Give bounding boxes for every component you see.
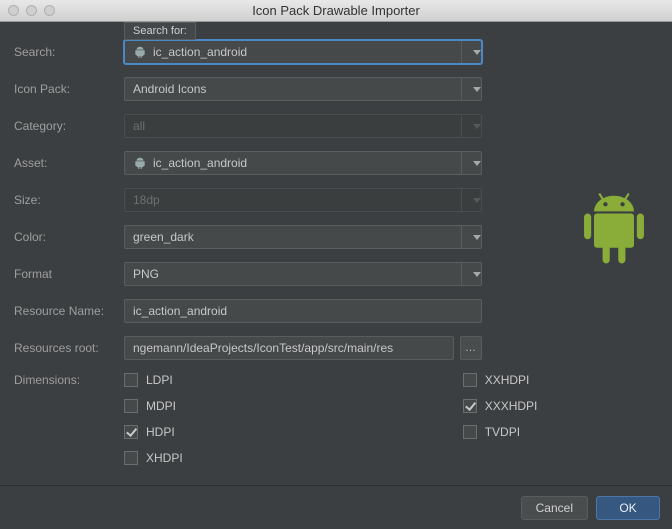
checkbox-label: MDPI (146, 399, 176, 413)
checkbox-box[interactable] (124, 399, 138, 413)
chevron-down-icon (473, 272, 481, 277)
format-value: PNG (133, 267, 461, 281)
checkbox-box[interactable] (463, 425, 477, 439)
preview-image (578, 190, 650, 272)
label-category: Category: (14, 119, 124, 133)
format-combo[interactable]: PNG (124, 262, 482, 286)
label-format: Format (14, 267, 124, 281)
checkbox-xxhdpi[interactable]: XXHDPI (463, 373, 538, 387)
checkbox-box[interactable] (124, 373, 138, 387)
search-combo[interactable]: ic_action_android (124, 40, 482, 64)
label-resname: Resource Name: (14, 304, 124, 318)
checkbox-tvdpi[interactable]: TVDPI (463, 425, 538, 439)
size-combo: 18dp (124, 188, 482, 212)
iconpack-combo[interactable]: Android Icons (124, 77, 482, 101)
checkbox-xxxhdpi[interactable]: XXXHDPI (463, 399, 538, 413)
size-value: 18dp (133, 193, 461, 207)
resource-name-input[interactable]: ic_action_android (124, 299, 482, 323)
checkbox-ldpi[interactable]: LDPI (124, 373, 183, 387)
label-resroot: Resources root: (14, 341, 124, 355)
android-icon (133, 45, 147, 59)
cancel-button[interactable]: Cancel (521, 496, 588, 520)
category-combo: all (124, 114, 482, 138)
resname-value: ic_action_android (133, 304, 227, 318)
checkbox-box[interactable] (124, 425, 138, 439)
browse-button[interactable]: … (460, 336, 482, 360)
label-size: Size: (14, 193, 124, 207)
checkbox-label: XHDPI (146, 451, 183, 465)
tooltip-search: Search for: (124, 22, 196, 40)
checkbox-xhdpi[interactable]: XHDPI (124, 451, 183, 465)
chevron-down-icon (473, 161, 481, 166)
resroot-value: ngemann/IdeaProjects/IconTest/app/src/ma… (133, 341, 393, 355)
resources-root-input[interactable]: ngemann/IdeaProjects/IconTest/app/src/ma… (124, 336, 454, 360)
checkbox-label: TVDPI (485, 425, 520, 439)
label-color: Color: (14, 230, 124, 244)
dimensions-right: XXHDPI XXXHDPI TVDPI (463, 373, 538, 465)
label-search: Search: (14, 45, 124, 59)
label-asset: Asset: (14, 156, 124, 170)
ok-button[interactable]: OK (596, 496, 660, 520)
color-combo[interactable]: green_dark (124, 225, 482, 249)
chevron-down-icon (473, 87, 481, 92)
checkbox-label: LDPI (146, 373, 173, 387)
dimensions-left: LDPI MDPI HDPI XHDPI (124, 373, 183, 465)
checkbox-box[interactable] (124, 451, 138, 465)
dialog-footer: Cancel OK (0, 485, 672, 529)
titlebar: Icon Pack Drawable Importer (0, 0, 672, 22)
iconpack-value: Android Icons (133, 82, 461, 96)
chevron-down-icon (473, 198, 481, 203)
window-title: Icon Pack Drawable Importer (0, 3, 672, 18)
checkbox-mdpi[interactable]: MDPI (124, 399, 183, 413)
label-iconpack: Icon Pack: (14, 82, 124, 96)
checkbox-hdpi[interactable]: HDPI (124, 425, 183, 439)
checkbox-label: XXXHDPI (485, 399, 538, 413)
chevron-down-icon (473, 235, 481, 240)
checkbox-label: XXHDPI (485, 373, 530, 387)
checkbox-box[interactable] (463, 373, 477, 387)
color-value: green_dark (133, 230, 461, 244)
chevron-down-icon (473, 124, 481, 129)
android-icon (133, 156, 147, 170)
dialog-body: Search: Search for: ic_action_android Ic… (0, 22, 672, 465)
asset-combo[interactable]: ic_action_android (124, 151, 482, 175)
search-value: ic_action_android (153, 45, 461, 59)
chevron-down-icon (473, 50, 481, 55)
asset-value: ic_action_android (153, 156, 461, 170)
checkbox-box[interactable] (463, 399, 477, 413)
category-value: all (133, 119, 461, 133)
label-dimensions: Dimensions: (14, 373, 124, 387)
checkbox-label: HDPI (146, 425, 175, 439)
